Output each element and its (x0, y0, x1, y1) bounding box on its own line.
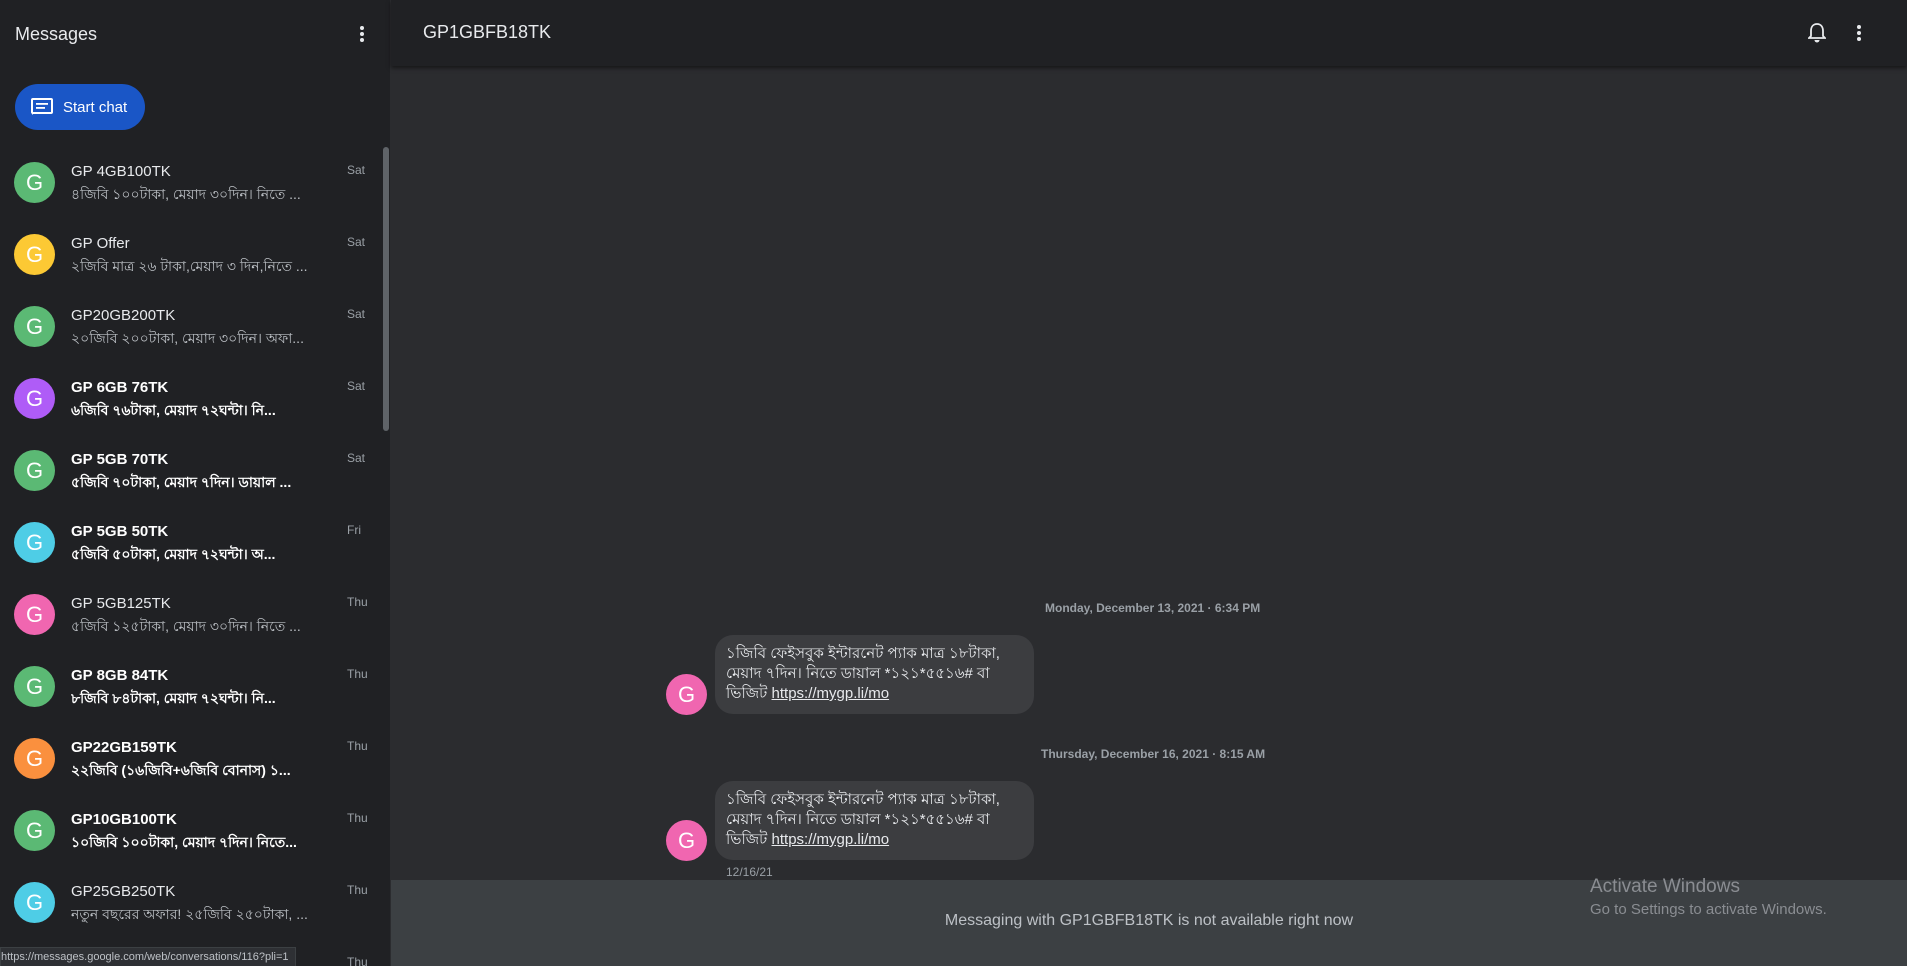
avatar: G (14, 162, 55, 203)
conversation-time: Sat (347, 451, 366, 465)
message-timestamp: 12/16/21 (726, 865, 773, 879)
bell-icon[interactable] (1804, 20, 1830, 46)
conversation-item[interactable]: G GP25GB250TK নতুন বছরের অফার! ২৫জিবি ২৫০ট… (0, 864, 380, 936)
avatar: G (14, 378, 55, 419)
conversation-snippet: ৪জিবি ১০০টাকা, মেয়াদ ৩০দিন। নিতে ... (71, 186, 301, 202)
avatar: G (14, 306, 55, 347)
avatar: G (14, 882, 55, 923)
conversation-item[interactable]: G GP 8GB 84TK ৮জিবি ৮৪টাকা, মেয়াদ ৭২ঘন্টা… (0, 648, 380, 720)
conversation-item[interactable]: G GP Offer ২জিবি মাত্র ২৬ টাকা,মেয়াদ ৩ দি… (0, 216, 380, 288)
conversation-snippet: ৮জিবি ৮৪টাকা, মেয়াদ ৭২ঘন্টা। নি... (71, 690, 276, 706)
conversation-item[interactable]: G GP 5GB 50TK ৫জিবি ৫০টাকা, মেয়াদ ৭২ঘন্টা… (0, 504, 380, 576)
avatar: G (14, 450, 55, 491)
sidebar: Messages Start chat G GP 4GB100TK ৪জিবি ১০… (0, 0, 391, 966)
conversation-title: GP1GBFB18TK (423, 22, 552, 42)
conversation-time: Thu (347, 739, 368, 753)
conversation-name: GP Offer (71, 235, 130, 252)
conversation-name: GP20GB200TK (71, 307, 176, 324)
more-vert-icon[interactable] (348, 20, 376, 48)
conversation-time: Sat (347, 307, 366, 321)
message-line: মেয়াদ ৭দিন। নিতে ডায়াল *১২১*৫৫১৬# বা (726, 811, 990, 828)
conversation-name: GP25GB250TK (71, 883, 176, 900)
more-vert-icon[interactable] (1845, 19, 1873, 47)
conversation-item[interactable]: G GP10GB100TK ১০জিবি ১০০টাকা, মেয়াদ ৭দিন।… (0, 792, 380, 864)
message-text: ভিজিট (726, 685, 772, 702)
start-chat-label: Start chat (63, 98, 128, 116)
message-bubble[interactable]: ১জিবি ফেইসবুক ইন্টারনেট প্যাক মাত্র ১৮টা… (715, 635, 1034, 714)
avatar: G (14, 810, 55, 851)
app-title: Messages (15, 24, 98, 44)
conversation-name: GP 4GB100TK (71, 163, 171, 180)
conversation-name: GP 5GB125TK (71, 595, 171, 612)
conversation-name: GP 8GB 84TK (71, 667, 169, 684)
date-separator: Monday, December 13, 2021 · 6:34 PM (1045, 601, 1261, 615)
conversation-snippet: ৫জিবি ১২৫টাকা, মেয়াদ ৩০দিন। নিতে ... (71, 618, 301, 634)
conversation-time: Thu (347, 883, 368, 897)
date-separator: Thursday, December 16, 2021 · 8:15 AM (1041, 747, 1266, 761)
message-line: ১জিবি ফেইসবুক ইন্টারনেট প্যাক মাত্র ১৮টা… (726, 645, 1000, 662)
activation-watermark-title: Activate Windows (1590, 876, 1740, 897)
message-link[interactable]: https://mygp.li/mo (772, 685, 890, 702)
conversation-item[interactable]: G GP20GB200TK ২০জিবি ২০০টাকা, মেয়াদ ৩০দিন… (0, 288, 380, 360)
conversation-time: Sat (347, 379, 366, 393)
conversation-snippet: ২০জিবি ২০০টাকা, মেয়াদ ৩০দিন। অফা... (71, 330, 304, 346)
avatar: G (14, 594, 55, 635)
conversation-time: Fri (347, 523, 361, 537)
conversation-snippet: ৬জিবি ৭৬টাকা, মেয়াদ ৭২ঘন্টা। নি... (71, 402, 276, 418)
conversation-snippet: ৫জিবি ৭০টাকা, মেয়াদ ৭দিন। ডায়াল ... (71, 474, 292, 490)
sender-avatar: G (666, 820, 707, 861)
conversation-name: GP22GB159TK (71, 739, 177, 756)
conversation-name: GP 5GB 50TK (71, 523, 169, 540)
conversation-snippet: ১০জিবি ১০০টাকা, মেয়াদ ৭দিন। নিতে... (71, 834, 297, 850)
message-bubble[interactable]: ১জিবি ফেইসবুক ইন্টারনেট প্যাক মাত্র ১৮টা… (715, 781, 1034, 860)
conversation-header: GP1GBFB18TK (391, 0, 1907, 66)
conversation-snippet: ৫জিবি ৫০টাকা, মেয়াদ ৭২ঘন্টা। অ... (71, 546, 276, 562)
message-text: ভিজিট (726, 831, 772, 848)
avatar: G (14, 738, 55, 779)
conversation-list: G GP 4GB100TK ৪জিবি ১০০টাকা, মেয়াদ ৩০দিন।… (0, 144, 380, 966)
message-line: ১জিবি ফেইসবুক ইন্টারনেট প্যাক মাত্র ১৮টা… (726, 791, 1000, 808)
conversation-item[interactable]: G GP 6GB 76TK ৬জিবি ৭৬টাকা, মেয়াদ ৭২ঘন্টা… (0, 360, 380, 432)
conversation-pane: GP1GBFB18TK Monday, December 13, 2021 · … (391, 0, 1907, 966)
conversation-time: Sat (347, 163, 366, 177)
sidebar-header: Messages (0, 0, 390, 70)
avatar: G (14, 234, 55, 275)
activation-watermark-subtitle: Go to Settings to activate Windows. (1590, 901, 1827, 918)
message-line: ভিজিট https://mygp.li/mo (726, 684, 1024, 704)
conversation-item[interactable]: G GP 5GB125TK ৫জিবি ১২৫টাকা, মেয়াদ ৩০দিন।… (0, 576, 380, 648)
conversation-item[interactable]: G GP 4GB100TK ৪জিবি ১০০টাকা, মেয়াদ ৩০দিন।… (0, 144, 380, 216)
conversation-time: Thu (347, 955, 368, 966)
conversation-name: GP 6GB 76TK (71, 379, 169, 396)
message-line: ভিজিট https://mygp.li/mo (726, 830, 1024, 850)
chat-icon (31, 98, 53, 116)
conversation-item[interactable]: G GP22GB159TK ২২জিবি (১৬জিবি+৬জিবি বোনাস) … (0, 720, 380, 792)
conversation-time: Thu (347, 667, 368, 681)
message-link[interactable]: https://mygp.li/mo (772, 831, 890, 848)
message-line: মেয়াদ ৭দিন। নিতে ডায়াল *১২১*৫৫১৬# বা (726, 665, 990, 682)
sidebar-scrollbar[interactable] (383, 147, 389, 431)
conversation-name: GP 5GB 70TK (71, 451, 169, 468)
start-chat-button[interactable]: Start chat (15, 84, 145, 130)
conversation-name: GP10GB100TK (71, 811, 177, 828)
avatar: G (14, 666, 55, 707)
sender-avatar: G (666, 674, 707, 715)
conversation-snippet: ২২জিবি (১৬জিবি+৬জিবি বোনাস) ১... (71, 762, 291, 778)
conversation-time: Sat (347, 235, 366, 249)
status-url: https://messages.google.com/web/conversa… (0, 947, 296, 966)
conversation-snippet: নতুন বছরের অফার! ২৫জিবি ২৫০টাকা, ... (71, 906, 308, 922)
conversation-time: Thu (347, 595, 368, 609)
conversation-snippet: ২জিবি মাত্র ২৬ টাকা,মেয়াদ ৩ দিন,নিতে ..… (71, 258, 308, 274)
conversation-time: Thu (347, 811, 368, 825)
conversation-item[interactable]: G GP 5GB 70TK ৫জিবি ৭০টাকা, মেয়াদ ৭দিন। ড… (0, 432, 380, 504)
avatar: G (14, 522, 55, 563)
